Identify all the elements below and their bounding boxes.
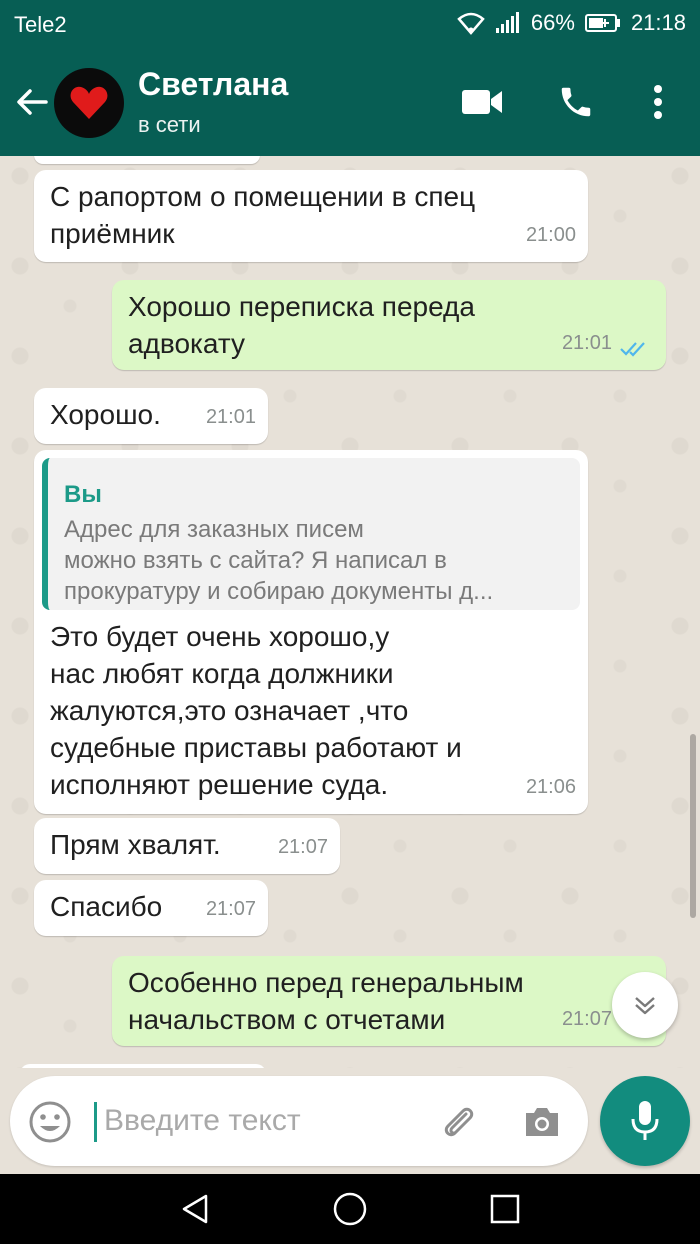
message-line: Хорошо. xyxy=(50,399,161,430)
message-line: приёмник xyxy=(50,218,175,249)
message-list[interactable]: С рапортом о помещении в спец приёмник 2… xyxy=(0,156,700,1068)
status-icons: 66% 21:18 xyxy=(457,10,686,36)
nav-home-button[interactable] xyxy=(327,1186,373,1232)
message-time: 21:01 xyxy=(205,406,256,428)
text-cursor xyxy=(94,1102,97,1142)
message-bubble-outgoing[interactable]: Особенно перед генеральным начальством с… xyxy=(112,956,666,1046)
nav-back-icon xyxy=(182,1194,208,1224)
message-time: 21:01 xyxy=(561,332,612,354)
message-bubble-incoming-reply[interactable]: Вы Адрес для заказных писем можно взять … xyxy=(34,450,588,814)
quoted-line: Адрес для заказных писем xyxy=(64,516,364,543)
back-arrow-icon xyxy=(17,89,48,115)
message-line: Спасибо xyxy=(50,891,163,922)
message-line: С рапортом о помещении в спец xyxy=(50,181,476,212)
message-bubble-incoming[interactable]: Спасибо 21:07 xyxy=(34,880,268,936)
message-line: нас любят когда должники xyxy=(50,658,394,689)
quoted-author: Вы xyxy=(64,481,102,508)
message-bubble-incoming[interactable]: Прям хвалят. 21:07 xyxy=(34,818,340,874)
camera-icon[interactable] xyxy=(520,1100,564,1144)
heart-icon xyxy=(70,86,108,119)
quoted-line: можно взять с сайта? Я написал в xyxy=(64,547,447,574)
more-vert-icon xyxy=(654,85,662,119)
message-time: 21:00 xyxy=(525,224,576,246)
mic-icon xyxy=(631,1101,659,1140)
video-call-icon xyxy=(462,90,502,114)
message-line: начальством с отчетами xyxy=(128,1004,446,1035)
status-bar: Tele2 66% 21:18 xyxy=(0,0,700,48)
message-line: судебные приставы работают и xyxy=(50,732,462,763)
message-line: Особенно перед генеральным xyxy=(128,967,524,998)
quoted-text: Адрес для заказных писем можно взять с с… xyxy=(64,514,564,607)
message-input[interactable]: Введите текст xyxy=(104,1104,301,1138)
contact-status: в сети xyxy=(138,112,201,137)
message-line: Это будет очень хорошо,у xyxy=(50,621,390,652)
message-time: 21:07 xyxy=(277,836,328,858)
battery-percent: 66% xyxy=(530,10,575,35)
nav-recents-button[interactable] xyxy=(482,1186,528,1232)
contact-name[interactable]: Светлана xyxy=(138,66,288,103)
nav-home-icon xyxy=(333,1192,367,1226)
message-bubble-incoming[interactable]: С рапортом о помещении в спец приёмник 2… xyxy=(34,170,588,262)
message-time: 21:07 xyxy=(561,1008,612,1030)
scrollbar[interactable] xyxy=(690,734,696,918)
chevron-down-icon xyxy=(635,997,655,1015)
phone-icon xyxy=(561,87,591,117)
carrier-name: Tele2 xyxy=(14,12,67,37)
video-call-button[interactable] xyxy=(458,78,506,126)
battery-icon xyxy=(584,14,620,32)
scroll-to-bottom-button[interactable] xyxy=(612,972,678,1038)
system-nav-bar xyxy=(0,1174,700,1244)
double-check-icon xyxy=(620,342,645,357)
message-line: Прям хвалят. xyxy=(50,829,221,860)
quoted-line: прокуратуру и собираю документы д... xyxy=(64,578,494,605)
chat-header: Светлана в сети xyxy=(0,48,700,156)
message-line: адвокату xyxy=(128,328,246,359)
compose-bar: Введите текст xyxy=(0,1068,700,1174)
back-button[interactable] xyxy=(12,82,52,122)
signal-icon xyxy=(495,12,519,33)
message-line: жалуются,это означает ,что xyxy=(50,695,409,726)
wifi-icon xyxy=(457,12,485,35)
nav-recents-icon xyxy=(490,1194,520,1224)
message-line: Хорошо переписка передa xyxy=(128,291,475,322)
voice-call-button[interactable] xyxy=(552,78,600,126)
clock: 21:18 xyxy=(630,10,686,35)
menu-button[interactable] xyxy=(634,78,682,126)
message-bubble-partial xyxy=(34,156,260,164)
attach-icon[interactable] xyxy=(436,1100,480,1144)
message-line: исполняют решение суда. xyxy=(50,769,389,800)
message-bubble-outgoing[interactable]: Хорошо переписка передa адвокату 21:01 xyxy=(112,280,666,370)
voice-record-button[interactable] xyxy=(600,1076,690,1166)
message-time: 21:06 xyxy=(525,776,576,798)
quoted-message[interactable]: Вы Адрес для заказных писем можно взять … xyxy=(42,458,580,610)
emoji-icon[interactable] xyxy=(28,1100,72,1144)
message-bubble-incoming[interactable]: Хорошо. 21:01 xyxy=(34,388,268,444)
avatar[interactable] xyxy=(54,68,124,138)
nav-back-button[interactable] xyxy=(172,1186,218,1232)
message-input-container[interactable]: Введите текст xyxy=(10,1076,588,1166)
message-time: 21:07 xyxy=(205,898,256,920)
